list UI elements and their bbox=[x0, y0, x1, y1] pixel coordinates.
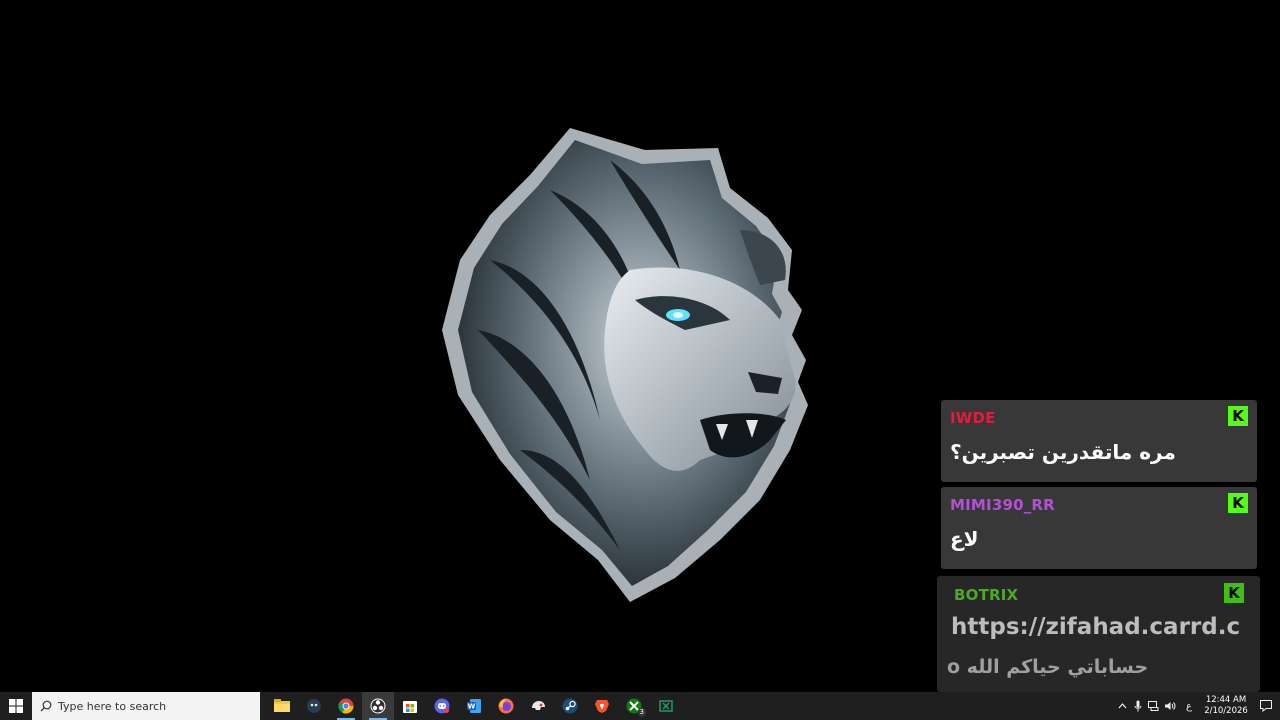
start-button[interactable] bbox=[0, 692, 32, 720]
taskbar-app-word[interactable]: W bbox=[458, 692, 490, 720]
kick-icon: K bbox=[1224, 583, 1244, 603]
file-explorer-icon bbox=[274, 699, 290, 712]
taskbar-app-xbox[interactable]: 3 bbox=[618, 692, 650, 720]
taskbar-app-excel[interactable] bbox=[650, 692, 682, 720]
notification-icon bbox=[1260, 700, 1272, 712]
taskbar-app-brave[interactable] bbox=[586, 692, 618, 720]
brave-icon bbox=[595, 700, 609, 713]
show-hidden-icons-chevron-icon[interactable] bbox=[1114, 692, 1130, 720]
chat-message-text: مره ماتقدرين تصبرين؟ bbox=[950, 440, 1176, 464]
input-language-indicator[interactable]: ع bbox=[1178, 692, 1200, 720]
kick-icon: K bbox=[1228, 493, 1248, 513]
clock[interactable]: 12:44 AM 2/10/2026 bbox=[1200, 692, 1252, 720]
volume-icon[interactable] bbox=[1162, 692, 1178, 720]
taskbar-app-firefox[interactable] bbox=[490, 692, 522, 720]
search-placeholder: Type here to search bbox=[58, 699, 167, 713]
chat-username: MIMI390_RR bbox=[950, 496, 1055, 514]
taskbar-app-microsoft-store[interactable] bbox=[394, 692, 426, 720]
chat-username: BOTRIX bbox=[954, 586, 1019, 604]
chat-message: MIMI390_RR K لاع bbox=[941, 487, 1257, 569]
taskbar-app-obs[interactable] bbox=[362, 692, 394, 720]
notification-center-button[interactable] bbox=[1252, 692, 1280, 720]
svg-text:W: W bbox=[468, 703, 476, 711]
system-tray: ع 12:44 AM 2/10/2026 bbox=[1114, 692, 1280, 720]
chat-message: BOTRIX K https://zifahad.carrd.c o حسابا… bbox=[937, 576, 1260, 692]
discord-icon bbox=[434, 698, 450, 714]
network-icon[interactable] bbox=[1146, 692, 1162, 720]
clock-date: 2/10/2026 bbox=[1204, 706, 1248, 716]
steam-icon bbox=[562, 698, 578, 714]
taskbar-app-discord[interactable] bbox=[426, 692, 458, 720]
microphone-icon[interactable] bbox=[1130, 692, 1146, 720]
taskbar-app[interactable] bbox=[298, 692, 330, 720]
windows-icon bbox=[9, 699, 23, 713]
notification-badge: 3 bbox=[637, 708, 646, 717]
obs-icon bbox=[370, 698, 386, 714]
search-icon bbox=[40, 700, 52, 712]
app-icon bbox=[307, 699, 321, 713]
kick-icon: K bbox=[1228, 406, 1248, 426]
chat-username: IWDE bbox=[950, 409, 996, 427]
chat-message-text: o حساباتي حياكم الله bbox=[947, 656, 1149, 678]
chat-message-text: لاع bbox=[950, 527, 979, 551]
excel-icon bbox=[659, 700, 673, 712]
taskbar-app-steam[interactable] bbox=[554, 692, 586, 720]
taskbar-app-file-explorer[interactable] bbox=[266, 692, 298, 720]
taskbar: Type here to search W 3 ع 12:44 AM 2/10/… bbox=[0, 692, 1280, 720]
firefox-icon bbox=[498, 698, 514, 714]
microsoft-store-icon bbox=[403, 701, 417, 713]
clock-time: 12:44 AM bbox=[1205, 695, 1247, 705]
chat-message: IWDE K مره ماتقدرين تصبرين؟ bbox=[941, 400, 1257, 482]
app-icon bbox=[532, 701, 545, 710]
taskbar-app[interactable] bbox=[522, 692, 554, 720]
search-input[interactable]: Type here to search bbox=[32, 692, 260, 720]
chat-message-text: https://zifahad.carrd.c bbox=[951, 614, 1241, 640]
word-icon: W bbox=[467, 699, 481, 713]
lion-logo-wallpaper bbox=[442, 128, 808, 602]
desktop: IWDE K مره ماتقدرين تصبرين؟ MIMI390_RR K… bbox=[0, 0, 1280, 692]
taskbar-app-chrome[interactable] bbox=[330, 692, 362, 720]
chrome-icon bbox=[338, 698, 354, 714]
